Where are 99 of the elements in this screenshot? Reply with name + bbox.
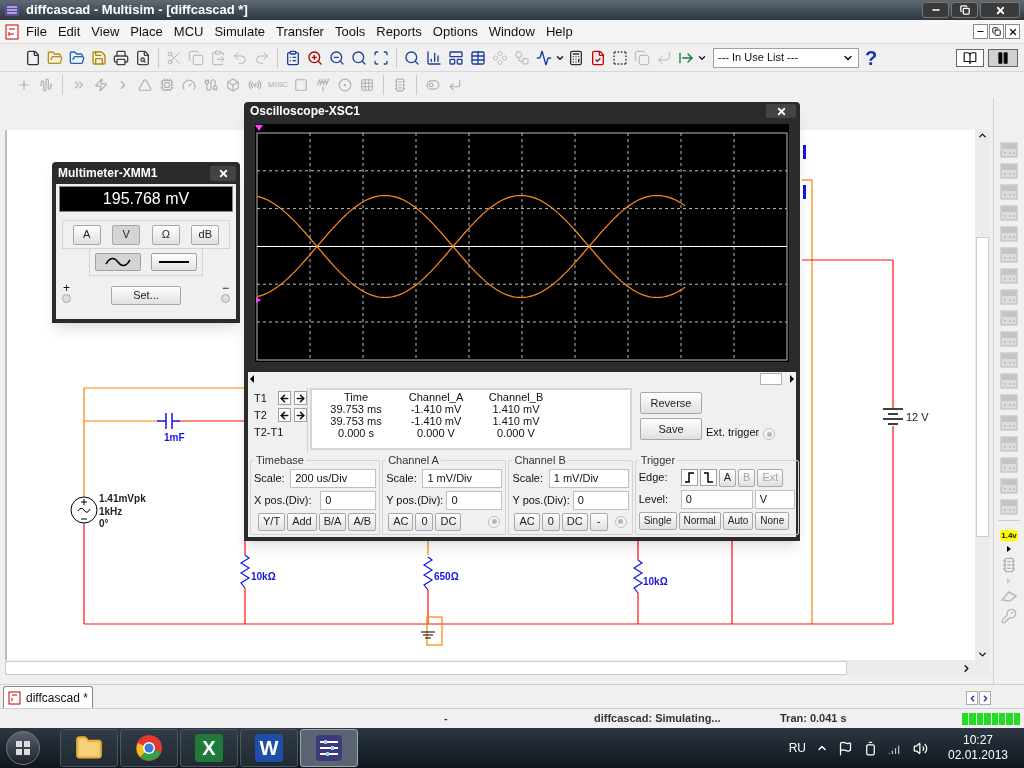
probe-label[interactable]: 1.4v	[1000, 530, 1018, 541]
taskbar-app-button[interactable]: W	[240, 729, 298, 767]
field-label: Scale:	[386, 470, 417, 486]
mode-button[interactable]: A	[72, 224, 101, 245]
coupling-button[interactable]: DC	[561, 512, 588, 531]
group-title: Trigger	[639, 453, 677, 468]
field-label: X pos.(Div):	[254, 492, 312, 508]
menu-item[interactable]: Transfer	[271, 21, 329, 42]
column-header: Time	[343, 391, 368, 403]
table-cell: 39.753 ms	[330, 403, 382, 415]
position-field[interactable]: 0	[446, 490, 503, 510]
menu-item[interactable]: Place	[125, 21, 168, 42]
component-label: 1kHz	[99, 506, 123, 517]
menu-item[interactable]: Help	[540, 21, 578, 42]
clock-time: 10:27	[963, 733, 993, 748]
scale-field[interactable]: 1 mV/Div	[548, 468, 629, 488]
position-field[interactable]: 0	[320, 490, 377, 510]
component-label: 10kΩ	[643, 576, 668, 587]
menu-item[interactable]: Options	[427, 21, 483, 42]
coupling-button[interactable]: 0	[415, 512, 434, 531]
component-label: 0°	[99, 518, 109, 529]
table-cell: 1.410 mV	[492, 403, 540, 415]
menu-item[interactable]: Simulate	[209, 21, 271, 42]
table-cell: -1.410 mV	[410, 415, 462, 427]
unit-field[interactable]: V	[754, 489, 795, 509]
coupling-button[interactable]: AC	[388, 512, 414, 531]
status-text: -	[444, 711, 449, 727]
in-use-list-dropdown[interactable]: --- In Use List ---	[713, 47, 859, 68]
field-label: Level:	[638, 491, 670, 507]
menu-item[interactable]: Tools	[329, 21, 371, 42]
trigger-source-button[interactable]: A	[718, 468, 737, 487]
mode-button[interactable]: dB	[191, 224, 220, 245]
mode-button[interactable]: V	[112, 224, 141, 245]
component-label: 1.41mVpk	[99, 493, 146, 504]
menu-item[interactable]: Reports	[371, 21, 427, 42]
cursor-label: T1	[254, 390, 268, 406]
table-cell: -1.410 mV	[410, 403, 462, 415]
component-label: 12 V	[906, 411, 929, 423]
component-label: 10kΩ	[251, 571, 276, 582]
mode-button[interactable]: Add	[287, 512, 317, 531]
mode-button[interactable]: A/B	[348, 512, 377, 531]
component-label: 650Ω	[434, 571, 459, 582]
component-label: 1mF	[164, 432, 185, 443]
status-text: Tran: 0.041 s	[780, 711, 847, 727]
coupling-button[interactable]: -	[589, 512, 608, 531]
minus-sign: −	[222, 282, 229, 294]
field-label: Scale:	[254, 470, 285, 486]
reading-display: 195.768 mV	[59, 186, 233, 212]
coupling-button[interactable]: AC	[514, 512, 540, 531]
field-label: Y pos.(Div):	[386, 492, 444, 508]
window-title: Oscilloscope-XSC1	[249, 103, 361, 120]
coupling-button[interactable]: DC	[435, 512, 462, 531]
document-app-icon: W	[255, 734, 283, 762]
table-cell: 0.000 V	[497, 427, 535, 439]
trigger-mode-button[interactable]: Normal	[678, 511, 721, 530]
cursor-label: T2-T1	[254, 424, 284, 440]
table-cell: 0.000 V	[417, 427, 455, 439]
trigger-mode-button[interactable]: Auto	[722, 511, 754, 530]
menu-item[interactable]: View	[86, 21, 125, 42]
menu-item[interactable]: File	[21, 21, 52, 42]
window-title: Multimeter-XMM1	[57, 165, 158, 182]
document-tab[interactable]: diffcascad *	[3, 686, 93, 708]
set-button[interactable]: Set...	[111, 286, 181, 305]
ext-trigger-label: Ext. trigger	[706, 424, 760, 440]
clock-date: 02.01.2013	[947, 748, 1009, 763]
table-cell: 39.753 ms	[330, 415, 382, 427]
scale-field[interactable]: 1 mV/Div	[422, 468, 503, 488]
field-label: Edge:	[638, 470, 669, 486]
scale-field[interactable]: 200 us/Div	[290, 468, 377, 488]
column-header: Channel_B	[488, 391, 544, 403]
menu-item[interactable]: Window	[483, 21, 540, 42]
spreadsheet-app-icon: X	[195, 734, 223, 762]
taskbar-app-button[interactable]: X	[180, 729, 238, 767]
position-field[interactable]: 0	[572, 490, 629, 510]
group-title: Channel A	[387, 453, 440, 468]
window-title: diffcascad - Multisim - [diffcascad *]	[26, 1, 248, 20]
plus-sign: +	[63, 282, 70, 294]
group-title: Channel B	[513, 453, 567, 468]
language-indicator[interactable]: RU	[788, 739, 806, 757]
field-label: Y pos.(Div):	[512, 492, 570, 508]
reverse-button[interactable]: Reverse	[640, 392, 702, 414]
trigger-mode-button[interactable]: None	[755, 511, 790, 530]
group-title: Timebase	[255, 453, 305, 468]
level-field[interactable]: 0	[680, 489, 753, 509]
table-cell: 0.000 s	[337, 427, 375, 439]
coupling-button[interactable]: 0	[541, 512, 560, 531]
help-button[interactable]: ?	[865, 47, 878, 68]
mode-button[interactable]: B/A	[318, 512, 347, 531]
column-header: Channel_A	[408, 391, 464, 403]
trigger-mode-button[interactable]: Single	[638, 511, 677, 530]
mode-button[interactable]: Y/T	[258, 512, 286, 531]
field-label: Scale:	[512, 470, 543, 486]
menu-item[interactable]: Edit	[52, 21, 86, 42]
table-cell: 1.410 mV	[492, 415, 540, 427]
save-button[interactable]: Save	[640, 418, 702, 440]
status-text: diffcascad: Simulating...	[594, 711, 722, 727]
cursor-label: T2	[254, 407, 268, 423]
mode-button[interactable]: Ω	[151, 224, 180, 245]
menu-item[interactable]: MCU	[168, 21, 209, 42]
